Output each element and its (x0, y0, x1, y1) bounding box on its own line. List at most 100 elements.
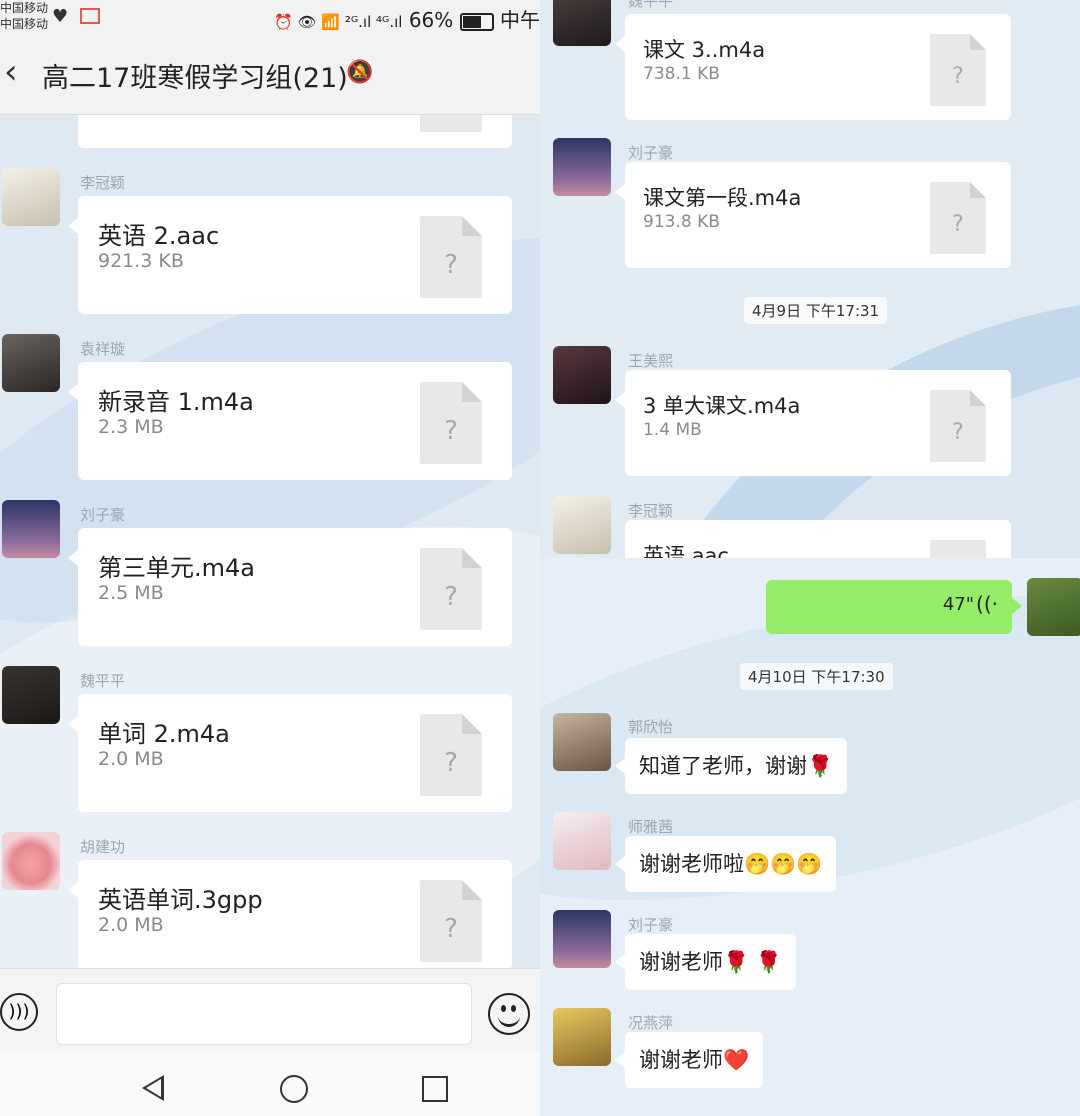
text-message[interactable]: 知道了老师，谢谢🌹 (625, 738, 848, 794)
time-divider: 4月10日 下午17:30 (740, 663, 893, 690)
voice-wave-icon: ((· (976, 592, 998, 616)
file-size: 2.3 MB (98, 416, 164, 438)
avatar[interactable] (2, 168, 60, 226)
chat-screen-right-top: 魏平平 课文 3..m4a 738.1 KB ? 刘子豪 课文第一段.m4a 9… (540, 0, 1080, 558)
sender-name: 袁祥璇 (80, 340, 126, 358)
file-card[interactable]: 英语.aac (625, 520, 1011, 558)
avatar[interactable] (2, 832, 60, 890)
file-message: 李冠颖 英语 2.aac 921.3 KB ? (0, 168, 540, 318)
file-size: 921.3 KB (98, 250, 184, 272)
file-size: 913.8 KB (643, 212, 720, 232)
sender-name: 师雅茜 (628, 818, 674, 836)
file-name: 课文第一段.m4a (643, 186, 802, 210)
file-card[interactable]: 课文第一段.m4a 913.8 KB ? (625, 162, 1011, 268)
unknown-file-icon: ? (930, 182, 986, 254)
sender-name: 李冠颖 (628, 502, 674, 520)
sender-name: 刘子豪 (80, 506, 126, 524)
voice-input-button[interactable]: ))) (0, 993, 38, 1031)
sender-name: 王美熙 (628, 352, 674, 370)
file-card[interactable]: 第三单元.m4a 2.5 MB ? (78, 528, 512, 646)
file-message: 魏平平 单词 2.m4a 2.0 MB ? (0, 666, 540, 816)
sender-name: 魏平平 (80, 672, 126, 690)
file-card[interactable]: 新录音 1.m4a 2.3 MB ? (78, 362, 512, 480)
avatar[interactable] (553, 346, 611, 404)
file-card[interactable]: 课文 3..m4a 738.1 KB ? (625, 14, 1011, 120)
sender-name: 郭欣怡 (628, 718, 674, 736)
sender-name: 李冠颖 (80, 174, 126, 192)
status-bar: 中国移动 中国移动 ♥ ⏰ 👁 📶 ²ᴳ.ıl ⁴ᴳ.ıl 66% 中午 (0, 0, 540, 34)
avatar[interactable] (553, 910, 611, 968)
message-input[interactable] (56, 983, 472, 1045)
voice-duration: 47" (942, 594, 974, 615)
sender-name: 况燕萍 (628, 1014, 674, 1032)
file-card[interactable]: 3 单大课文.m4a 1.4 MB ? (625, 370, 1011, 476)
chat-header: ‹ 高二17班寒假学习组(21) 🔕 (0, 34, 540, 115)
file-card[interactable]: 英语 2.aac 921.3 KB ? (78, 196, 512, 314)
nav-recent-icon[interactable] (422, 1076, 448, 1102)
file-name: 3 单大课文.m4a (643, 394, 801, 418)
text-message[interactable]: 谢谢老师啦🤭🤭🤭 (625, 836, 837, 892)
battery-percent: 66% (408, 8, 454, 32)
unknown-file-icon: ? (420, 216, 482, 298)
file-name: 英语单词.3gpp (98, 886, 263, 914)
file-message: 刘子豪 第三单元.m4a 2.5 MB ? (0, 500, 540, 650)
system-nav-bar (0, 1051, 540, 1116)
emoji-button[interactable] (488, 993, 530, 1035)
unknown-file-icon: ? (420, 382, 482, 464)
nav-back-icon[interactable] (142, 1075, 164, 1101)
bell-off-icon: 🔕 (346, 60, 374, 85)
unknown-file-icon (930, 540, 986, 558)
file-message: 胡建功 英语单词.3gpp 2.0 MB ? (0, 832, 540, 982)
input-bar: ))) (0, 968, 540, 1051)
file-size: 1.4 MB (643, 420, 702, 440)
back-button[interactable]: ‹ (4, 52, 18, 92)
avatar[interactable] (2, 500, 60, 558)
file-size: 2.5 MB (98, 582, 164, 604)
unknown-file-icon: ? (420, 548, 482, 630)
battery-icon (459, 12, 494, 31)
nav-home-icon[interactable] (280, 1075, 308, 1103)
file-size: 2.0 MB (98, 748, 164, 770)
avatar[interactable] (553, 1008, 611, 1066)
file-size: 2.0 MB (98, 914, 164, 936)
avatar[interactable] (553, 713, 611, 771)
file-size: 738.1 KB (643, 64, 720, 84)
time-divider: 4月9日 下午17:31 (744, 297, 888, 324)
text-message[interactable]: 谢谢老师🌹 🌹 (625, 934, 796, 990)
unknown-file-icon: ? (930, 34, 986, 106)
file-card[interactable]: 单词 2.m4a 2.0 MB ? (78, 694, 512, 812)
file-name: 第三单元.m4a (98, 554, 255, 582)
mail-icon (80, 8, 100, 24)
file-message: 袁祥璇 新录音 1.m4a 2.3 MB ? (0, 334, 540, 484)
avatar[interactable] (553, 138, 611, 196)
avatar[interactable] (2, 666, 60, 724)
file-name: 课文 3..m4a (643, 38, 766, 62)
unknown-file-icon: ? (420, 714, 482, 796)
file-card[interactable]: 英语单词.3gpp 2.0 MB ? (78, 860, 512, 970)
avatar[interactable] (1027, 578, 1080, 636)
heart-icon: ♥ (52, 6, 69, 27)
unknown-file-icon: ? (420, 880, 482, 962)
file-name: 新录音 1.m4a (98, 388, 254, 416)
status-glyphs: ⏰ 👁 📶 ²ᴳ.ıl ⁴ᴳ.ıl (274, 13, 403, 31)
unknown-file-icon: ? (930, 390, 986, 462)
chat-screen-left: 李冠颖 英语 2.aac 921.3 KB ? 袁祥璇 新录音 1.m4a 2.… (0, 0, 540, 1116)
chat-screen-right-bottom: 47" ((· 4月10日 下午17:30 郭欣怡 知道了老师，谢谢🌹 师雅茜 … (540, 558, 1080, 1116)
file-name: 英语 2.aac (98, 222, 220, 250)
avatar[interactable] (553, 812, 611, 870)
file-name: 单词 2.m4a (98, 720, 230, 748)
text-message[interactable]: 谢谢老师❤️ (625, 1032, 764, 1088)
avatar[interactable] (2, 334, 60, 392)
chat-title: 高二17班寒假学习组(21) (42, 63, 348, 94)
status-icons: ⏰ 👁 📶 ²ᴳ.ıl ⁴ᴳ.ıl 66% 中午 (274, 4, 540, 33)
status-time: 中午 (500, 8, 540, 32)
avatar[interactable] (553, 496, 611, 554)
voice-message[interactable]: 47" ((· (766, 580, 1012, 634)
sender-name: 刘子豪 (628, 916, 674, 934)
voice-input-icon: ))) (8, 1001, 30, 1022)
sender-name: 胡建功 (80, 838, 126, 856)
avatar[interactable] (553, 0, 611, 46)
sender-name: 刘子豪 (628, 144, 674, 162)
file-name: 英语.aac (643, 544, 729, 558)
sender-name: 魏平平 (628, 0, 674, 10)
